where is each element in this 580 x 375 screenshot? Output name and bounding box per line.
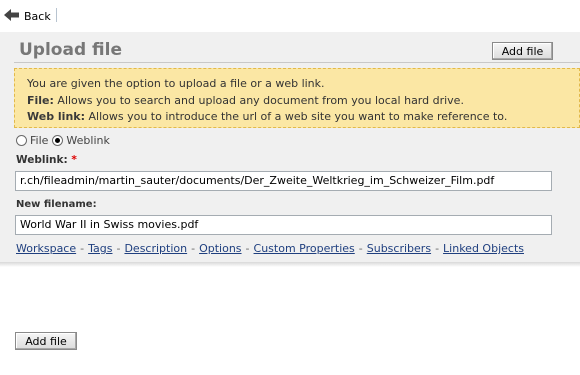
required-mark: * xyxy=(71,154,77,166)
page-title: Upload file xyxy=(19,40,122,60)
weblink-label-row: Weblink: * xyxy=(16,154,77,166)
tab-subscribers[interactable]: Subscribers xyxy=(367,242,431,255)
tab-separator: - xyxy=(245,242,250,255)
tab-separator: - xyxy=(358,242,363,255)
info-file-line: File: Allows you to search and upload an… xyxy=(27,93,579,110)
weblink-radio[interactable] xyxy=(52,134,64,146)
back-label: Back xyxy=(24,9,51,23)
tab-separator: - xyxy=(116,242,121,255)
back-arrow-icon xyxy=(4,8,20,24)
weblink-input[interactable]: r.ch/fileadmin/martin_sauter/documents/D… xyxy=(15,171,552,191)
title-divider xyxy=(14,62,580,63)
file-radio-label[interactable]: File xyxy=(30,134,48,147)
weblink-radio-label[interactable]: Weblink xyxy=(66,134,109,147)
info-file-term: File: xyxy=(27,93,54,107)
info-intro: You are given the option to upload a fil… xyxy=(27,77,325,90)
toolbar: Back xyxy=(0,0,580,32)
add-file-button-top[interactable]: Add file xyxy=(492,42,553,60)
file-radio[interactable] xyxy=(16,134,27,146)
tab-linked-objects[interactable]: Linked Objects xyxy=(443,242,524,255)
toolbar-divider xyxy=(56,8,57,22)
panel-divider xyxy=(0,262,580,267)
tab-separator: - xyxy=(80,242,85,255)
section-tabs: Workspace - Tags - Description - Options - Custo… xyxy=(16,242,524,255)
filename-input[interactable]: World War II in Swiss movies.pdf xyxy=(15,215,552,235)
tab-custom-properties[interactable]: Custom Properties xyxy=(254,242,355,255)
tab-options[interactable]: Options xyxy=(199,242,241,255)
back-button[interactable]: Back xyxy=(4,8,51,24)
weblink-label: Weblink: xyxy=(16,154,68,166)
info-weblink-line: Web link: Allows you to introduce the ur… xyxy=(27,109,579,126)
tab-separator: - xyxy=(191,242,196,255)
source-type-group: File Weblink xyxy=(16,133,110,147)
tab-separator: - xyxy=(435,242,440,255)
tab-tags[interactable]: Tags xyxy=(88,242,112,255)
info-weblink-desc: Allows you to introduce the url of a web… xyxy=(88,110,508,123)
info-box: You are given the option to upload a fil… xyxy=(14,68,580,128)
info-weblink-term: Web link: xyxy=(27,110,85,123)
add-file-button-bottom[interactable]: Add file xyxy=(15,332,77,350)
filename-label: New filename: xyxy=(16,199,97,210)
tab-description[interactable]: Description xyxy=(124,242,187,255)
info-file-desc: Allows you to search and upload any docu… xyxy=(57,93,464,107)
tab-workspace[interactable]: Workspace xyxy=(16,242,76,255)
